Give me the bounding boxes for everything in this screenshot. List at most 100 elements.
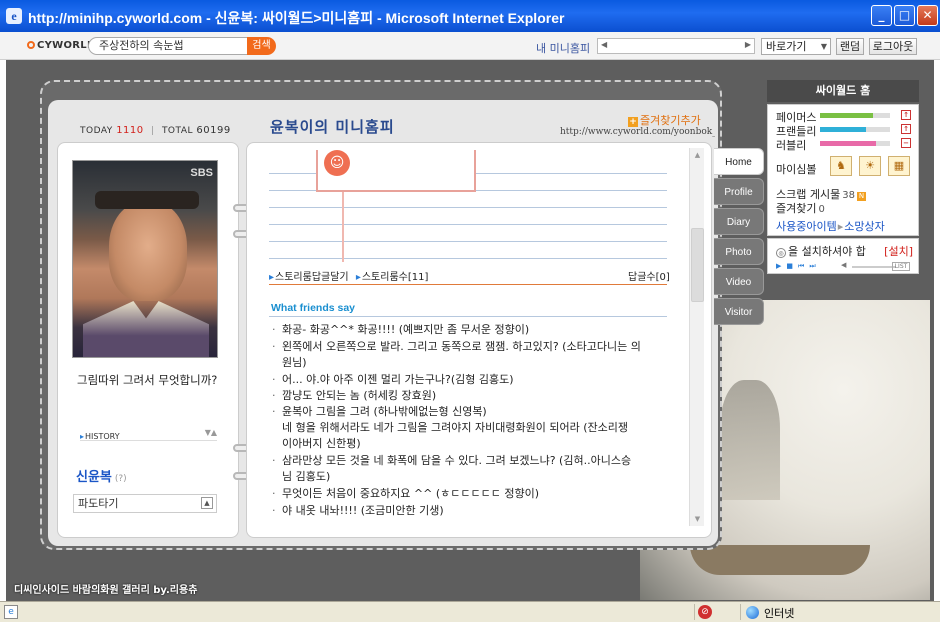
tab-video[interactable]: Video [714, 268, 764, 295]
ie-icon: e [6, 8, 22, 24]
history-toggle[interactable]: HISTORY ▼▲ [80, 428, 217, 441]
tab-profile[interactable]: Profile [714, 178, 764, 205]
my-minihome-label[interactable]: 내 미니홈피 [536, 40, 590, 56]
photo-collar [83, 301, 209, 357]
storyroom-card[interactable]: ☺ [316, 150, 476, 192]
storyroom-links: 스토리룸답글달기 스토리룸수[11] [269, 268, 432, 283]
bgm-player: ◎ 을 설치하셔야 합 [설치] ▶■⏮⏭ ◀ LIST [767, 238, 919, 274]
scrap-count: 38 [842, 190, 855, 201]
list-item: 삼라만상 모든 것을 네 화폭에 담을 수 있다. 그려 보겠느냐? (김혀..… [270, 453, 670, 485]
window-titlebar: e http://minihp.cyworld.com - 신윤복: 싸이월드>… [0, 0, 940, 32]
history-arrows-icon[interactable]: ▼▲ [205, 428, 217, 437]
page-icon: e [4, 605, 18, 619]
scroll-up-icon[interactable]: ▲ [690, 148, 705, 162]
prev-icon[interactable]: ⏮ [798, 262, 809, 270]
add-favorite-button[interactable]: + 즐겨찾기추가 [628, 112, 701, 128]
tab-visitor[interactable]: Visitor [714, 298, 764, 325]
tab-photo[interactable]: Photo [714, 238, 764, 265]
volume-slider[interactable] [852, 266, 896, 268]
wish-box-link[interactable]: 소망상자 [844, 220, 884, 233]
new-badge: N [856, 192, 866, 201]
search-input[interactable]: 주상전하의 속눈썹 [88, 37, 248, 55]
scroll-thumb[interactable] [691, 228, 704, 302]
sun-symbol-icon[interactable]: ☀ [859, 156, 881, 176]
photo-face [109, 201, 187, 301]
animal-symbol-icon[interactable]: ♞ [830, 156, 852, 176]
items-in-use-link[interactable]: 사용중아이템 [776, 220, 837, 233]
volume-icon: ◀ [841, 261, 847, 269]
scroller-right-icon[interactable]: ▶ [745, 40, 751, 49]
stat-up-icon: ↑ [901, 124, 911, 134]
today-count: 1110 [116, 125, 144, 136]
items-links: 사용중아이템▸소망상자 [776, 218, 885, 234]
smile-icon: ☺ [324, 150, 350, 176]
plugin-icon: ◎ [776, 248, 786, 258]
stat-up-icon: ↑ [901, 110, 911, 120]
stat-lovely: 러블리 [776, 137, 806, 153]
status-divider [694, 604, 695, 620]
stat-fill [820, 113, 873, 118]
stat-label: 러블리 [776, 139, 807, 152]
zone-label: 인터넷 [764, 607, 795, 620]
player-controls: ▶■⏮⏭ [776, 262, 821, 271]
total-count: 60199 [196, 125, 231, 136]
chevron-up-icon[interactable]: ▲ [201, 497, 213, 509]
cyworld-logo[interactable]: CYWORLD [27, 40, 96, 51]
page-title: 윤복이의 미니홈피 [270, 118, 395, 136]
ink-painting-boat [690, 545, 870, 575]
homepage-url[interactable]: http://www.cyworld.com/yoonbok_e [560, 127, 715, 137]
ink-painting-figure [720, 380, 780, 500]
pado-select[interactable]: 파도타기 ▲ [73, 494, 217, 513]
status-bar: e ⊘ 인터넷 [0, 601, 940, 622]
maximize-button[interactable]: □ [894, 5, 915, 26]
story-divider-line [269, 284, 667, 285]
favorites-count: 0 [818, 204, 825, 215]
playlist-button[interactable]: LIST [892, 262, 910, 271]
player-message: ◎ 을 설치하셔야 합 [776, 243, 866, 259]
storyroom-count-link[interactable]: 스토리룸수[11] [356, 272, 429, 283]
stat-bar-famous [820, 113, 890, 118]
scroll-down-icon[interactable]: ▼ [690, 512, 705, 526]
status-divider [740, 604, 741, 620]
plus-icon: + [628, 117, 638, 127]
search-button[interactable]: 검색 [247, 37, 276, 55]
owner-name[interactable]: 신윤복 (?) [76, 466, 127, 485]
stat-fill [820, 141, 876, 146]
minihome-scroller[interactable]: ◀ ▶ [597, 38, 755, 54]
security-zone: 인터넷 [746, 605, 794, 621]
window-title: http://minihp.cyworld.com - 신윤복: 싸이월드>미니… [28, 10, 565, 26]
scroller-left-icon[interactable]: ◀ [601, 40, 607, 49]
stat-minus-icon: − [901, 138, 911, 148]
player-message-text: 을 설치하셔야 합 [788, 245, 866, 258]
minimize-button[interactable]: _ [871, 5, 892, 26]
stat-bar-lovely [820, 141, 890, 146]
goto-select-value: 바로가기 [766, 40, 807, 53]
close-button[interactable]: ✕ [917, 5, 938, 26]
stop-icon[interactable]: ■ [786, 262, 798, 270]
goto-select[interactable]: 바로가기 ▼ [761, 38, 831, 55]
play-icon[interactable]: ▶ [776, 262, 786, 270]
tab-home[interactable]: Home [714, 148, 764, 175]
favorites[interactable]: 즐겨찾기 0 [776, 200, 825, 216]
reply-count[interactable]: 답글수[0] [628, 268, 670, 283]
privacy-icon[interactable]: ⊘ [698, 605, 712, 619]
list-item: 깜냥도 안되는 놈 (허세킹 장효원) [270, 388, 670, 404]
content-scrollbar[interactable]: ▲ ▼ [689, 148, 704, 526]
storyroom-reply-link[interactable]: 스토리룸답글달기 [269, 272, 349, 283]
list-item: 어... 야.야 아주 이젠 멀리 가는구나?(김형 김홍도) [270, 372, 670, 388]
logout-button[interactable]: 로그아웃 [869, 38, 917, 55]
next-icon[interactable]: ⏭ [809, 262, 820, 270]
total-label: TOTAL [161, 126, 193, 136]
tab-diary[interactable]: Diary [714, 208, 764, 235]
profile-photo: SBS [72, 160, 218, 358]
building-symbol-icon[interactable]: ▦ [888, 156, 910, 176]
install-link[interactable]: [설치] [884, 243, 913, 259]
globe-icon [746, 606, 759, 619]
link-separator: ▸ [837, 220, 844, 233]
cyworld-home-button[interactable]: 싸이월드 홈 [767, 80, 919, 102]
owner-name-text: 신윤복 [76, 470, 112, 485]
random-button[interactable]: 랜덤 [836, 38, 864, 55]
story-line [269, 224, 667, 225]
stat-fill [820, 127, 866, 132]
story-line [269, 241, 667, 242]
